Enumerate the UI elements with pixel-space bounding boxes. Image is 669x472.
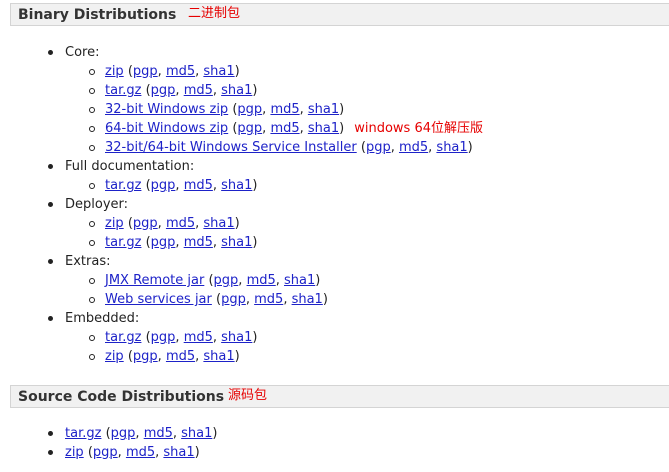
sha1-link[interactable]: sha1 [308, 102, 339, 117]
group-label-text: Core: [65, 45, 100, 60]
pgp-link[interactable]: pgp [151, 178, 176, 193]
pgp-link[interactable]: pgp [221, 292, 246, 307]
md5-link[interactable]: md5 [184, 83, 213, 98]
file-link[interactable]: tar.gz [65, 426, 101, 441]
pgp-link[interactable]: pgp [133, 216, 158, 231]
section-header-binary: Binary Distributions [10, 3, 669, 26]
md5-link[interactable]: md5 [184, 330, 213, 345]
group-label: Full documentation: [47, 157, 195, 176]
file-link[interactable]: zip [105, 64, 124, 79]
file-link[interactable]: JMX Remote jar [105, 273, 204, 288]
group-label-text: Deployer: [65, 197, 129, 212]
section-title: Source Code Distributions [18, 389, 225, 405]
file-link[interactable]: 64-bit Windows zip [105, 121, 228, 136]
pgp-link[interactable]: pgp [237, 121, 262, 136]
group-label: Extras: [47, 252, 111, 271]
group-label-text: Extras: [65, 254, 111, 269]
file-link[interactable]: Web services jar [105, 292, 212, 307]
sha1-link[interactable]: sha1 [436, 140, 467, 155]
group-label: Core: [47, 43, 100, 62]
group-label: Deployer: [47, 195, 129, 214]
pgp-link[interactable]: pgp [366, 140, 391, 155]
annotation-source: 源码包 [228, 388, 268, 403]
sha1-link[interactable]: sha1 [292, 292, 323, 307]
download-item: 32-bit/64-bit Windows Service Installer … [89, 140, 473, 155]
sha1-link[interactable]: sha1 [221, 178, 252, 193]
md5-link[interactable]: md5 [254, 292, 283, 307]
pgp-link[interactable]: pgp [93, 445, 118, 460]
download-item: zip (pgp, md5, sha1) [89, 349, 240, 364]
download-item: tar.gz (pgp, md5, sha1) [88, 330, 258, 345]
download-item: zip (pgp, md5, sha1) [89, 64, 240, 79]
download-item: tar.gz (pgp, md5, sha1) [47, 426, 218, 441]
md5-link[interactable]: md5 [166, 349, 195, 364]
md5-link[interactable]: md5 [184, 235, 213, 250]
download-item: 32-bit Windows zip (pgp, md5, sha1) [88, 102, 345, 117]
md5-link[interactable]: md5 [144, 426, 173, 441]
pgp-link[interactable]: pgp [214, 273, 239, 288]
group-label-text: Embedded: [65, 311, 140, 326]
sha1-link[interactable]: sha1 [163, 445, 194, 460]
sha1-link[interactable]: sha1 [203, 349, 234, 364]
download-item: tar.gz (pgp, md5, sha1) [88, 83, 258, 98]
section-header-source: Source Code Distributions [10, 385, 669, 408]
download-item: JMX Remote jar (pgp, md5, sha1) [88, 273, 321, 288]
download-item: tar.gz (pgp, md5, sha1) [88, 178, 258, 193]
sha1-link[interactable]: sha1 [203, 216, 234, 231]
pgp-link[interactable]: pgp [237, 102, 262, 117]
download-item: zip (pgp, md5, sha1) [89, 216, 240, 231]
sha1-link[interactable]: sha1 [181, 426, 212, 441]
md5-link[interactable]: md5 [247, 273, 276, 288]
file-link[interactable]: zip [105, 349, 124, 364]
group-label: Embedded: [47, 309, 140, 328]
sha1-link[interactable]: sha1 [308, 121, 339, 136]
md5-link[interactable]: md5 [166, 64, 195, 79]
sha1-link[interactable]: sha1 [284, 273, 315, 288]
file-link[interactable]: zip [105, 216, 124, 231]
file-link[interactable]: 32-bit Windows zip [105, 102, 228, 117]
section-title: Binary Distributions [18, 7, 177, 23]
download-item: 64-bit Windows zip (pgp, md5, sha1) windo… [89, 119, 483, 139]
md5-link[interactable]: md5 [184, 178, 213, 193]
group-label-text: Full documentation: [65, 159, 195, 174]
pgp-link[interactable]: pgp [133, 349, 158, 364]
pgp-link[interactable]: pgp [151, 83, 176, 98]
file-link[interactable]: zip [65, 445, 84, 460]
pgp-link[interactable]: pgp [151, 235, 176, 250]
sha1-link[interactable]: sha1 [221, 83, 252, 98]
pgp-link[interactable]: pgp [151, 330, 176, 345]
file-link[interactable]: 32-bit/64-bit Windows Service Installer [105, 140, 357, 155]
pgp-link[interactable]: pgp [133, 64, 158, 79]
download-item: Web services jar (pgp, md5, sha1) [89, 292, 328, 307]
pgp-link[interactable]: pgp [111, 426, 136, 441]
md5-link[interactable]: md5 [166, 216, 195, 231]
sha1-link[interactable]: sha1 [221, 330, 252, 345]
download-item: tar.gz (pgp, md5, sha1) [88, 235, 258, 250]
annotation-binary: 二进制包 [188, 6, 241, 21]
sha1-link[interactable]: sha1 [221, 235, 252, 250]
sha1-link[interactable]: sha1 [203, 64, 234, 79]
file-link[interactable]: tar.gz [105, 83, 141, 98]
md5-link[interactable]: md5 [399, 140, 428, 155]
md5-link[interactable]: md5 [270, 121, 299, 136]
file-link[interactable]: tar.gz [105, 235, 141, 250]
md5-link[interactable]: md5 [270, 102, 299, 117]
download-item: zip (pgp, md5, sha1) [48, 445, 200, 460]
annotation-64bit: windows 64位解压版 [354, 121, 483, 136]
file-link[interactable]: tar.gz [105, 330, 141, 345]
md5-link[interactable]: md5 [126, 445, 155, 460]
file-link[interactable]: tar.gz [105, 178, 141, 193]
